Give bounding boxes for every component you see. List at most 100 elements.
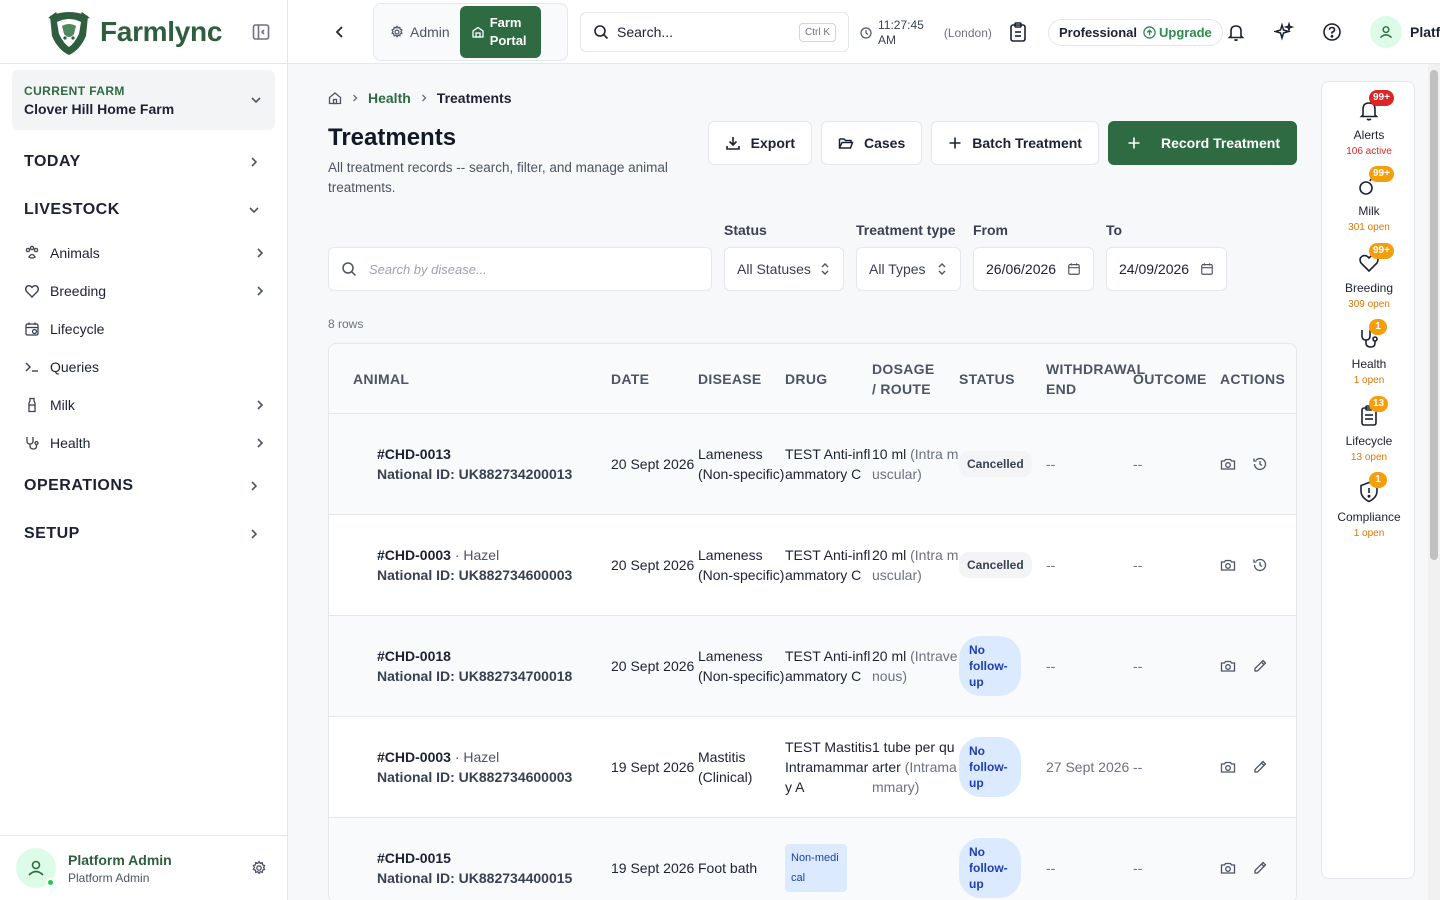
rail-item-alerts[interactable]: 99+ Alerts 106 active <box>1322 90 1416 157</box>
user-profile[interactable]: Platform Admin Platform Admin <box>16 848 172 888</box>
disease-search-input[interactable] <box>369 261 689 277</box>
sidebar-item-milk[interactable]: Milk <box>0 386 287 424</box>
scrollbar-thumb[interactable] <box>1430 70 1438 560</box>
sidebar-item-queries[interactable]: Queries <box>0 348 287 386</box>
animal-tag[interactable]: #CHD-0003 <box>377 749 451 765</box>
animal-cell[interactable]: #CHD-0003 · Hazel National ID: UK88273460… <box>329 545 611 585</box>
animal-cell[interactable]: #CHD-0018 National ID: UK882734700018 <box>329 646 611 686</box>
plan-badge[interactable]: Professional Upgrade <box>1048 19 1223 46</box>
photo-button[interactable] <box>1220 557 1236 573</box>
col-withdrawal-end[interactable]: WITHDRAWAL END <box>1046 359 1145 399</box>
rail-icon-wrap: 99+ <box>1357 90 1394 122</box>
col-animal[interactable]: ANIMAL <box>329 369 611 389</box>
to-date-input[interactable]: 24/09/2026 <box>1106 247 1227 291</box>
sidebar-item-breeding[interactable]: Breeding <box>0 272 287 310</box>
photo-button[interactable] <box>1220 860 1236 876</box>
settings-button[interactable] <box>251 860 267 876</box>
sidebar-item-animals[interactable]: Animals <box>0 234 287 272</box>
sidebar-item-lifecycle[interactable]: Lifecycle <box>0 310 287 348</box>
rail-label: Health <box>1351 357 1387 372</box>
edit-button[interactable] <box>1252 759 1268 775</box>
current-farm-selector[interactable]: CURRENT FARM Clover Hill Home Farm <box>12 70 275 130</box>
col-dosage-line2: / ROUTE <box>872 380 931 397</box>
photo-button[interactable] <box>1220 658 1236 674</box>
edit-button[interactable] <box>1252 658 1268 674</box>
status-rail: 99+ Alerts 106 active 99+ Milk 301 open 99+ Bre… <box>1321 81 1415 879</box>
animal-cell[interactable]: #CHD-0013 National ID: UK882734200013 <box>329 444 611 484</box>
upgrade-link[interactable]: Upgrade <box>1143 25 1212 40</box>
sidebar-item-health[interactable]: Health <box>0 424 287 462</box>
table-row[interactable]: #CHD-0015 National ID: UK882734400015 19 S… <box>329 818 1296 900</box>
animal-tag[interactable]: #CHD-0003 <box>377 547 451 563</box>
farm-portal-tab[interactable]: Farm Portal <box>459 6 541 58</box>
help-button[interactable] <box>1320 20 1344 44</box>
rail-item-compliance[interactable]: 1 Compliance 1 open <box>1322 472 1416 539</box>
table-row[interactable]: #CHD-0013 National ID: UK882734200013 20 S… <box>329 414 1296 515</box>
col-drug[interactable]: DRUG <box>785 369 872 389</box>
edit-button[interactable] <box>1252 860 1268 876</box>
animal-cell[interactable]: #CHD-0003 · Hazel National ID: UK88273460… <box>329 747 611 787</box>
status-select[interactable]: All Statuses <box>724 247 844 291</box>
rail-item-lifecycle[interactable]: 13 Lifecycle 13 open <box>1322 395 1416 463</box>
help-circle-icon <box>1323 23 1341 41</box>
home-icon[interactable] <box>328 91 342 105</box>
breadcrumb: Health Treatments <box>328 90 512 106</box>
cases-button[interactable]: Cases <box>820 121 923 165</box>
collapse-sidebar-button[interactable] <box>249 20 273 44</box>
col-dosage-route[interactable]: DOSAGE / ROUTE <box>872 359 959 399</box>
batch-treatment-button[interactable]: Batch Treatment <box>931 121 1099 165</box>
rail-item-breeding[interactable]: 99+ Breeding 309 open <box>1322 242 1416 310</box>
app-logo[interactable]: Farmlync <box>44 8 222 56</box>
chevron-right-icon <box>257 248 264 258</box>
animal-tag[interactable]: #CHD-0013 <box>377 446 451 462</box>
photo-button[interactable] <box>1220 759 1236 775</box>
outcome-cell: -- <box>1133 759 1143 775</box>
table-header: ANIMAL DATE DISEASE DRUG DOSAGE / ROUTE … <box>329 344 1296 414</box>
rail-icon-wrap: 1 <box>1357 472 1387 504</box>
rail-item-milk[interactable]: 99+ Milk 301 open <box>1322 166 1416 233</box>
from-date-input[interactable]: 26/06/2026 <box>973 247 1094 291</box>
col-status[interactable]: STATUS <box>959 369 1046 389</box>
nav-section-setup[interactable]: SETUP <box>0 510 287 558</box>
date-cell: 19 Sept 2026 <box>611 759 695 775</box>
nav-section-operations[interactable]: OPERATIONS <box>0 462 287 510</box>
treatment-type-select[interactable]: All Types <box>856 247 961 291</box>
history-button[interactable] <box>1252 557 1268 573</box>
global-search[interactable]: Search... Ctrl K <box>580 12 849 52</box>
breadcrumb-health-link[interactable]: Health <box>368 90 411 106</box>
export-button[interactable]: Export <box>707 121 812 165</box>
col-outcome[interactable]: OUTCOME <box>1133 369 1220 389</box>
national-id-label: National ID: <box>377 567 455 583</box>
rail-item-health[interactable]: 1 Health 1 open <box>1322 319 1416 387</box>
animal-cell[interactable]: #CHD-0015 National ID: UK882734400015 <box>329 848 611 888</box>
animal-tag[interactable]: #CHD-0015 <box>377 850 451 866</box>
admin-portal-tab[interactable]: Admin <box>376 7 460 57</box>
col-disease[interactable]: DISEASE <box>698 369 785 389</box>
from-date-label: From <box>973 222 1008 238</box>
notifications-button[interactable] <box>1224 20 1248 44</box>
history-button[interactable] <box>1252 456 1268 472</box>
dosage: 10 ml <box>872 446 907 462</box>
ai-assistant-button[interactable] <box>1272 20 1296 44</box>
table-row[interactable]: #CHD-0018 National ID: UK882734700018 20 S… <box>329 616 1296 717</box>
disease-search[interactable] <box>328 247 712 291</box>
dosage-route-cell: 10 ml (Intra muscular) <box>872 444 959 484</box>
count-badge: 99+ <box>1369 166 1394 183</box>
col-date[interactable]: DATE <box>611 369 698 389</box>
table-row[interactable]: #CHD-0003 · Hazel National ID: UK88273460… <box>329 515 1296 616</box>
rail-count: 1 open <box>1353 375 1385 387</box>
online-status-dot <box>46 878 55 887</box>
nav-section-today[interactable]: TODAY <box>0 138 287 186</box>
top-user-menu[interactable]: Platf <box>1370 16 1440 48</box>
page-scrollbar[interactable] <box>1428 64 1440 900</box>
plan-name: Professional <box>1059 25 1138 40</box>
record-treatment-button[interactable]: Record Treatment <box>1107 121 1297 165</box>
batch-treatment-label: Batch Treatment <box>972 135 1082 151</box>
tasks-button[interactable] <box>1008 21 1028 43</box>
animal-tag[interactable]: #CHD-0018 <box>377 648 451 664</box>
nav-section-livestock[interactable]: LIVESTOCK <box>0 186 287 234</box>
clock-ampm: AM <box>878 33 896 47</box>
table-row[interactable]: #CHD-0003 · Hazel National ID: UK88273460… <box>329 717 1296 818</box>
back-button[interactable] <box>328 20 352 44</box>
photo-button[interactable] <box>1220 456 1236 472</box>
